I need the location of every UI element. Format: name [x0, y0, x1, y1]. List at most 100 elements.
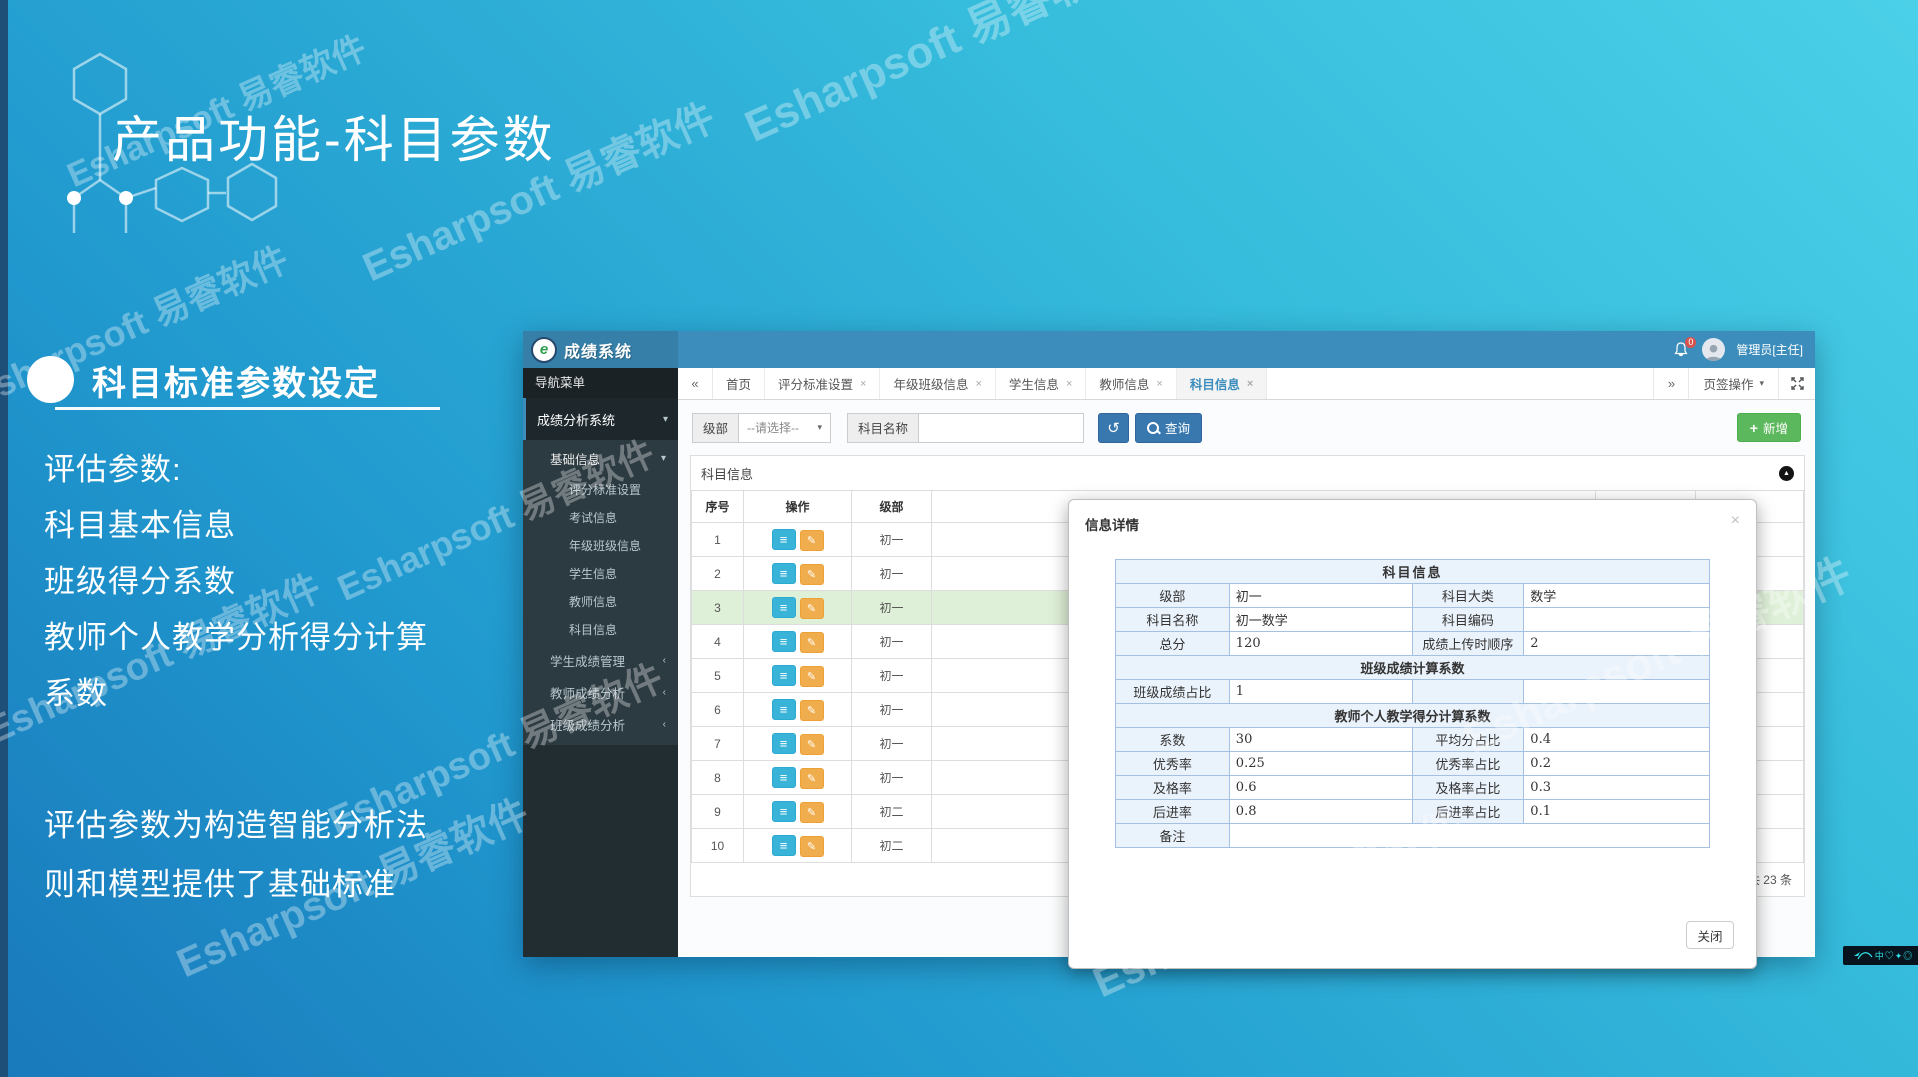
cell-operations: ≡✎	[744, 591, 852, 625]
tab-close-icon[interactable]: ×	[860, 378, 866, 390]
tab-close-icon[interactable]: ×	[1156, 378, 1162, 390]
sidebar-subitem-学生信息[interactable]: 学生信息	[523, 560, 678, 588]
app-logo[interactable]: e 成绩系统	[523, 331, 678, 368]
sidebar-group-label: 基础信息	[550, 449, 600, 468]
row-edit-button[interactable]: ✎	[800, 666, 824, 687]
tab-首页[interactable]: 首页	[713, 368, 765, 399]
reset-button[interactable]: ↺	[1098, 413, 1129, 443]
tab-label: 科目信息	[1190, 374, 1240, 393]
detail-row: 后进率0.8后进率占比0.1	[1116, 800, 1710, 824]
cell-no: 2	[692, 557, 744, 591]
cell-operations: ≡✎	[744, 625, 852, 659]
cell-operations: ≡✎	[744, 693, 852, 727]
row-view-button[interactable]: ≡	[772, 529, 796, 550]
level-select[interactable]: --请选择-- ▾	[739, 413, 831, 443]
user-icon	[1704, 342, 1723, 361]
column-header: 级部	[852, 491, 932, 523]
body-line: 教师个人教学分析得分计算	[44, 610, 428, 666]
row-view-button[interactable]: ≡	[772, 665, 796, 686]
row-view-button[interactable]: ≡	[772, 631, 796, 652]
detail-table: 科目信息级部初一科目大类数学科目名称初一数学科目编码总分120成绩上传时顺序2班…	[1115, 559, 1710, 848]
row-edit-button[interactable]: ✎	[800, 836, 824, 857]
notifications-button[interactable]: 0	[1673, 341, 1691, 359]
row-view-button[interactable]: ≡	[772, 563, 796, 584]
tab-close-icon[interactable]: ×	[1066, 378, 1072, 390]
chevron-left-icon: ‹	[663, 687, 666, 698]
row-view-button[interactable]: ≡	[772, 767, 796, 788]
tabs-scroll-right-button[interactable]: »	[1653, 368, 1688, 399]
close-button[interactable]: 关闭	[1686, 921, 1734, 949]
add-button[interactable]: + 新增	[1737, 413, 1801, 442]
sidebar-subitem-评分标准设置[interactable]: 评分标准设置	[523, 476, 678, 504]
tabs-scroll-left-button[interactable]: «	[678, 368, 713, 399]
detail-label: 总分	[1116, 632, 1230, 656]
row-edit-button[interactable]: ✎	[800, 734, 824, 755]
chevron-down-icon: ▾	[663, 414, 668, 425]
detail-value: 0.25	[1229, 752, 1412, 776]
sidebar-subitem-考试信息[interactable]: 考试信息	[523, 504, 678, 532]
cell-no: 3	[692, 591, 744, 625]
detail-value: 1	[1229, 680, 1412, 704]
body-line: 科目基本信息	[44, 498, 428, 554]
close-icon[interactable]: ×	[1731, 514, 1740, 528]
sidebar-item-学生成绩管理[interactable]: 学生成绩管理‹	[523, 644, 678, 676]
detail-row: 教师个人教学得分计算系数	[1116, 704, 1710, 728]
row-edit-button[interactable]: ✎	[800, 802, 824, 823]
sidebar-subitem-教师信息[interactable]: 教师信息	[523, 588, 678, 616]
detail-value	[1524, 680, 1710, 704]
slide-edge-strip	[0, 0, 8, 1077]
tab-operations-dropdown[interactable]: 页签操作 ▾	[1688, 368, 1778, 399]
tab-评分标准设置[interactable]: 评分标准设置 ×	[765, 368, 880, 399]
plus-icon: +	[1750, 420, 1758, 436]
subject-name-input[interactable]	[919, 413, 1084, 443]
query-button[interactable]: 查询	[1135, 413, 1202, 443]
cell-no: 6	[692, 693, 744, 727]
cell-operations: ≡✎	[744, 727, 852, 761]
detail-table-title: 科目信息	[1116, 560, 1710, 584]
sidebar-submenu: 基础信息 ▾ 评分标准设置考试信息年级班级信息学生信息教师信息科目信息 学生成绩…	[523, 440, 678, 745]
detail-row: 系数30平均分占比0.4	[1116, 728, 1710, 752]
row-edit-button[interactable]: ✎	[800, 768, 824, 789]
row-view-button[interactable]: ≡	[772, 801, 796, 822]
sidebar-item-教师成绩分析[interactable]: 教师成绩分析‹	[523, 676, 678, 708]
sidebar-item-basic-info[interactable]: 基础信息 ▾	[523, 440, 678, 476]
row-edit-button[interactable]: ✎	[800, 700, 824, 721]
detail-value: 0.6	[1229, 776, 1412, 800]
tab-学生信息[interactable]: 学生信息×	[996, 368, 1086, 399]
tab-close-icon[interactable]: ×	[1247, 378, 1253, 390]
collapse-panel-icon[interactable]: ▲	[1779, 466, 1794, 481]
sidebar-subitem-年级班级信息[interactable]: 年级班级信息	[523, 532, 678, 560]
detail-label: 科目编码	[1412, 608, 1524, 632]
tab-年级班级信息[interactable]: 年级班级信息×	[880, 368, 995, 399]
sidebar-item-班级成绩分析[interactable]: 班级成绩分析‹	[523, 708, 678, 740]
row-view-button[interactable]: ≡	[772, 597, 796, 618]
sidebar-subitem-科目信息[interactable]: 科目信息	[523, 616, 678, 644]
sidebar-item-score-analysis-system[interactable]: 成绩分析系统 ▾	[523, 398, 678, 440]
row-view-button[interactable]: ≡	[772, 733, 796, 754]
cell-level: 初一	[852, 523, 932, 557]
tab-close-icon[interactable]: ×	[975, 378, 981, 390]
tab-label: 评分标准设置	[778, 374, 853, 393]
avatar[interactable]	[1702, 338, 1725, 361]
row-edit-button[interactable]: ✎	[800, 598, 824, 619]
row-view-button[interactable]: ≡	[772, 835, 796, 856]
row-edit-button[interactable]: ✎	[800, 632, 824, 653]
subject-filter-label: 科目名称	[847, 413, 919, 443]
cell-level: 初一	[852, 727, 932, 761]
detail-row: 总分120成绩上传时顺序2	[1116, 632, 1710, 656]
column-header: 序号	[692, 491, 744, 523]
fullscreen-button[interactable]	[1778, 368, 1815, 399]
detail-label: 班级成绩占比	[1116, 680, 1230, 704]
tab-教师信息[interactable]: 教师信息×	[1086, 368, 1176, 399]
cell-operations: ≡✎	[744, 523, 852, 557]
cell-no: 7	[692, 727, 744, 761]
row-edit-button[interactable]: ✎	[800, 530, 824, 551]
logged-in-user[interactable]: 管理员[主任]	[1736, 341, 1803, 358]
slide-body-text: 评估参数:科目基本信息班级得分系数教师个人教学分析得分计算系数	[44, 442, 428, 722]
chevron-down-icon: ▾	[817, 422, 822, 433]
cell-no: 10	[692, 829, 744, 863]
tab-科目信息[interactable]: 科目信息 ×	[1177, 368, 1267, 399]
row-view-button[interactable]: ≡	[772, 699, 796, 720]
panel-title: 科目信息	[701, 464, 753, 483]
row-edit-button[interactable]: ✎	[800, 564, 824, 585]
